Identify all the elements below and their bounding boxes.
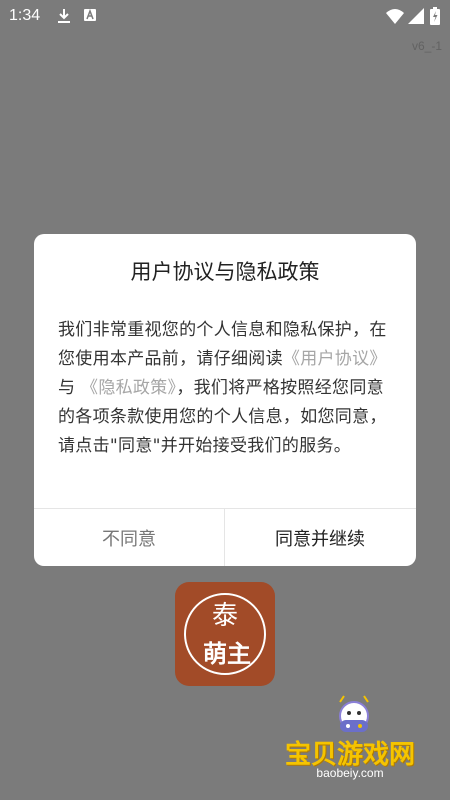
download-icon — [58, 9, 70, 23]
a-badge-icon — [84, 9, 96, 21]
disagree-button[interactable]: 不同意 — [34, 509, 225, 566]
status-bar: 1:34 — [0, 0, 450, 32]
status-time: 1:34 — [9, 7, 41, 24]
version-label: v6_-1 — [411, 39, 442, 53]
privacy-dialog: 用户协议与隐私政策 我们非常重视您的个人信息和隐私保护，在您使用本产品前，请仔细… — [34, 234, 416, 566]
app-logo: 泰 萌主 — [175, 582, 275, 686]
body-connector: 与 — [58, 378, 82, 398]
app-logo-graphic: 泰 萌主 — [184, 593, 266, 675]
user-agreement-link[interactable]: 《用户协议》 — [283, 349, 387, 369]
watermark-url: baobeiy.com — [316, 766, 384, 780]
gamepad-mascot-icon — [339, 695, 369, 732]
privacy-policy-link[interactable]: 《隐私政策》 — [81, 378, 176, 398]
agree-continue-button[interactable]: 同意并继续 — [225, 509, 415, 566]
battery-icon — [430, 7, 440, 25]
watermark: 宝贝游戏网 baobeiy.com — [270, 690, 440, 790]
dialog-body: 我们非常重视您的个人信息和隐私保护，在您使用本产品前，请仔细阅读《用户协议》 与… — [58, 316, 392, 461]
dialog-title: 用户协议与隐私政策 — [130, 260, 320, 284]
signal-icon — [408, 8, 424, 24]
wifi-icon — [386, 9, 404, 24]
logo-char-bottom: 萌主 — [203, 640, 251, 668]
dialog-footer: 不同意 同意并继续 — [34, 508, 416, 566]
logo-char-top: 泰 — [212, 601, 238, 631]
